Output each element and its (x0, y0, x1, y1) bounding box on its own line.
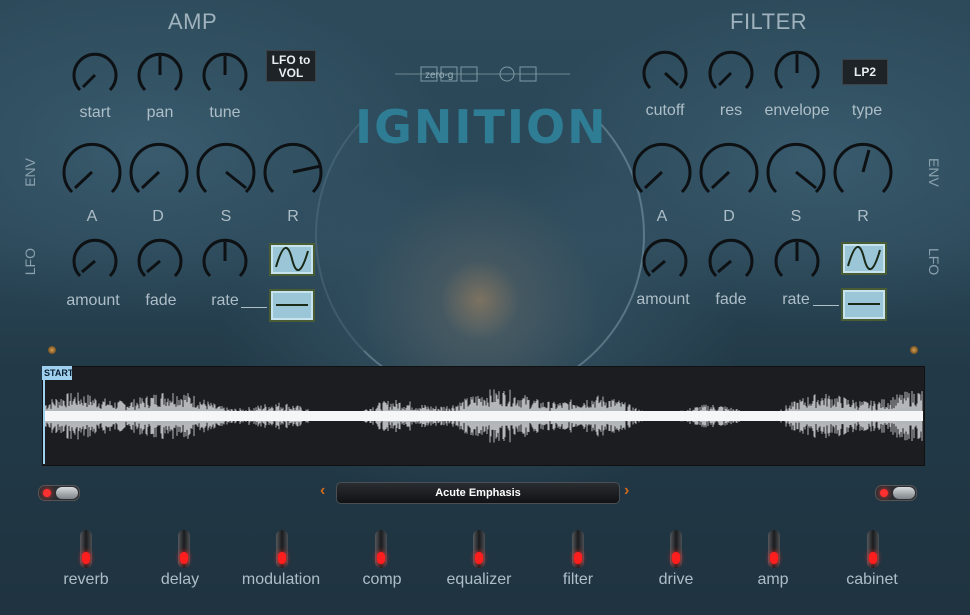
toggle-knob (893, 487, 915, 499)
filter-attack-label: A (656, 208, 668, 225)
amp-lfo-rate-knob[interactable] (200, 236, 250, 286)
amp-lfo-fade-knob[interactable] (135, 236, 185, 286)
flat-line-icon (276, 304, 308, 306)
amp-start-knob[interactable] (70, 50, 120, 100)
led-indicator (278, 552, 286, 564)
led-indicator (672, 552, 680, 564)
amp-lfo-amount-knob[interactable] (70, 236, 120, 286)
filter-decay-knob[interactable] (697, 140, 761, 204)
filter-cutoff-knob[interactable] (640, 48, 690, 98)
amp-sustain-label: S (220, 208, 232, 225)
brand-text: zero-g (425, 70, 453, 81)
filter-attack-knob[interactable] (630, 140, 694, 204)
next-preset-arrow[interactable]: › (624, 482, 629, 500)
filter-decay-label: D (723, 208, 735, 225)
sample-waveform-display[interactable] (42, 366, 925, 466)
filter-lfo-rate-knob[interactable] (772, 236, 822, 286)
filter-lfo-side-label: LFO (926, 248, 942, 276)
start-marker-line[interactable] (43, 366, 45, 464)
left-toggle-switch[interactable] (38, 485, 80, 501)
toggle-led (880, 489, 888, 497)
led-indicator (869, 552, 877, 564)
right-toggle-switch[interactable] (875, 485, 917, 501)
filter-sustain-knob[interactable] (764, 140, 828, 204)
fx-switch-comp[interactable] (375, 530, 387, 568)
filter-lfo-sync-button[interactable] (841, 288, 887, 321)
toggle-led (43, 489, 51, 497)
fx-switch-filter[interactable] (572, 530, 584, 568)
filter-cutoff-label: cutoff (645, 102, 685, 119)
amp-tune-label: tune (209, 104, 241, 121)
filter-envelope-knob[interactable] (772, 48, 822, 98)
filter-res-knob[interactable] (706, 48, 756, 98)
right-screw-bolt (910, 346, 918, 354)
amp-pan-knob[interactable] (135, 50, 185, 100)
amp-lfo-sine-wave-button[interactable] (269, 243, 315, 276)
amp-lfo-amount-label: amount (66, 292, 120, 309)
zero-g-brand-logo: zero-g (395, 66, 570, 82)
filter-type-label: type (851, 102, 883, 119)
waveform-graphic (44, 389, 923, 443)
amp-env-side-label: ENV (22, 158, 38, 187)
filter-type-selector[interactable]: LP2 (842, 59, 888, 85)
amp-attack-knob[interactable] (60, 140, 124, 204)
toggle-knob (56, 487, 78, 499)
ignition-logo: IGNITION (355, 100, 608, 154)
filter-lfo-amount-label: amount (636, 291, 690, 308)
amp-decay-knob[interactable] (127, 140, 191, 204)
filter-envelope-label: envelope (764, 102, 830, 119)
filter-sustain-label: S (790, 208, 802, 225)
previous-preset-arrow[interactable]: ‹ (320, 482, 325, 500)
amp-rate-connector-line (241, 307, 267, 308)
fx-switch-cabinet[interactable] (867, 530, 879, 568)
amp-attack-label: A (86, 208, 98, 225)
left-screw-bolt (48, 346, 56, 354)
amp-section-title: AMP (168, 9, 218, 34)
filter-rate-connector-line (813, 305, 839, 306)
filter-lfo-fade-knob[interactable] (706, 236, 756, 286)
led-indicator (574, 552, 582, 564)
fx-label-cabinet: cabinet (846, 571, 898, 588)
start-marker-tag[interactable]: START (42, 366, 73, 380)
led-indicator (377, 552, 385, 564)
lfo-to-vol-button[interactable]: LFO to VOL (266, 50, 316, 82)
amp-lfo-side-label: LFO (22, 248, 38, 276)
amp-tune-knob[interactable] (200, 50, 250, 100)
filter-lfo-rate-label: rate (782, 291, 810, 308)
fx-switch-equalizer[interactable] (473, 530, 485, 568)
filter-env-side-label: ENV (926, 158, 942, 187)
led-indicator (180, 552, 188, 564)
filter-res-label: res (719, 102, 743, 119)
fx-switch-amp[interactable] (768, 530, 780, 568)
fx-switch-modulation[interactable] (276, 530, 288, 568)
flat-line-icon (848, 303, 880, 305)
sine-wave-icon (275, 247, 309, 271)
filter-lfo-amount-knob[interactable] (640, 236, 690, 286)
amp-lfo-fade-label: fade (145, 292, 177, 309)
amp-release-label: R (287, 208, 299, 225)
filter-lfo-sine-wave-button[interactable] (841, 242, 887, 275)
filter-release-label: R (857, 208, 869, 225)
fx-switch-delay[interactable] (178, 530, 190, 568)
led-indicator (770, 552, 778, 564)
amp-release-knob[interactable] (261, 140, 325, 204)
amp-lfo-sync-button[interactable] (269, 289, 315, 322)
amp-start-label: start (79, 104, 111, 121)
filter-release-knob[interactable] (831, 140, 895, 204)
amp-decay-label: D (152, 208, 164, 225)
sine-wave-icon (847, 246, 881, 270)
filter-lfo-fade-label: fade (715, 291, 747, 308)
fx-switch-drive[interactable] (670, 530, 682, 568)
led-indicator (475, 552, 483, 564)
led-indicator (82, 552, 90, 564)
fx-switch-reverb[interactable] (80, 530, 92, 568)
filter-section-title: FILTER (730, 9, 808, 34)
preset-name-display[interactable]: Acute Emphasis (336, 482, 620, 504)
amp-pan-label: pan (146, 104, 174, 121)
amp-sustain-knob[interactable] (194, 140, 258, 204)
